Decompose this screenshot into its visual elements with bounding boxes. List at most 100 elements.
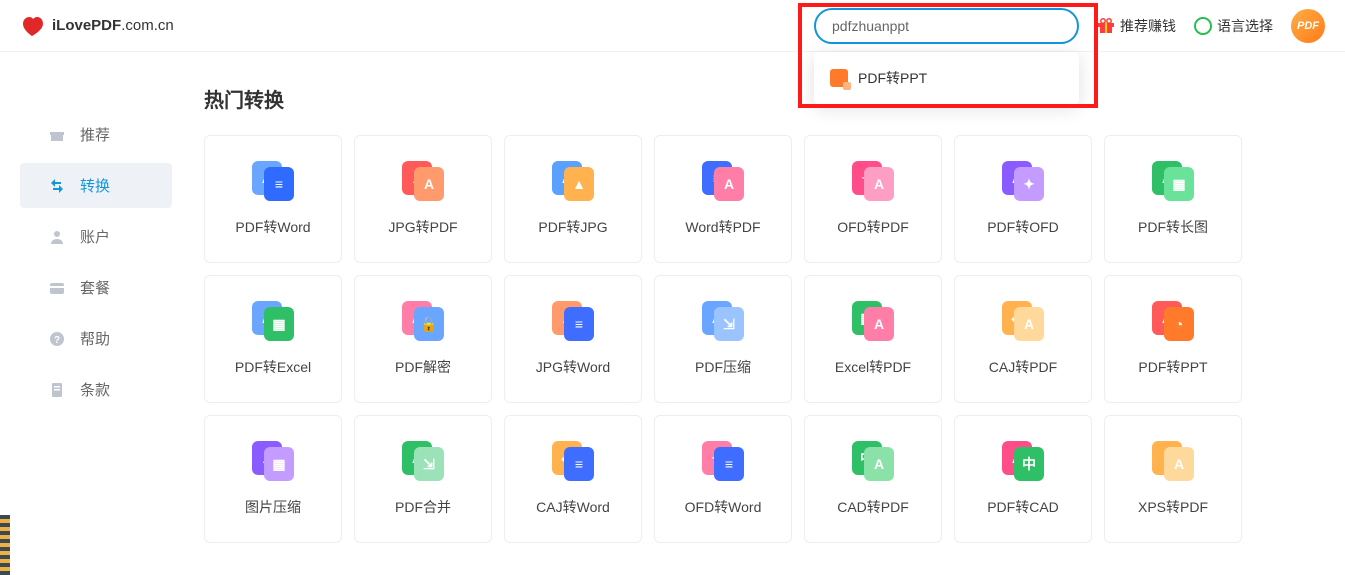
recommend-earn-link[interactable]: 推荐赚钱 (1097, 16, 1176, 36)
tool-card[interactable]: A▲ PDF转JPG (504, 135, 642, 263)
tool-icon: A≡ (252, 161, 294, 201)
terms-icon (48, 381, 66, 399)
tool-card[interactable]: A⇲ PDF压缩 (654, 275, 792, 403)
tool-label: CAJ转PDF (989, 357, 1057, 377)
tool-icon: ✦A (852, 161, 894, 201)
sidebar-item-label: 帮助 (80, 328, 110, 349)
tool-icon: ▲A (402, 161, 444, 201)
sidebar-item-gift[interactable]: 推荐 (0, 112, 180, 157)
logo[interactable]: iLovePDF.com.cn (20, 15, 174, 37)
tool-label: Excel转PDF (835, 357, 911, 377)
heart-icon (20, 15, 44, 37)
section-title: 热门转换 (204, 84, 1305, 113)
tool-card[interactable]: A中 PDF转CAD (954, 415, 1092, 543)
tool-icon: A⇲ (402, 441, 444, 481)
tool-card[interactable]: A▦PDF转长图 (1104, 135, 1242, 263)
sidebar-item-label: 转换 (80, 175, 110, 196)
tool-icon: A⇲ (702, 301, 744, 341)
sidebar-item-label: 推荐 (80, 124, 110, 145)
tool-card[interactable]: ✦A OFD转PDF (804, 135, 942, 263)
tool-card[interactable]: 中A CAD转PDF (804, 415, 942, 543)
recommend-earn-label: 推荐赚钱 (1120, 16, 1176, 36)
tool-icon: ◆A (1002, 301, 1044, 341)
tool-icon: A◔ (1152, 301, 1194, 341)
help-icon: ? (48, 330, 66, 348)
language-label: 语言选择 (1217, 16, 1273, 36)
tool-icon: ▲▦ (252, 441, 294, 481)
tool-card[interactable]: A◔ PDF转PPT (1104, 275, 1242, 403)
tool-card[interactable]: ▲A JPG转PDF (354, 135, 492, 263)
svg-text:?: ? (54, 335, 60, 346)
tool-label: PDF转JPG (538, 217, 607, 237)
globe-icon (1194, 17, 1212, 35)
tool-card[interactable]: ▲▦ 图片压缩 (204, 415, 342, 543)
tool-label: PDF转OFD (987, 217, 1059, 237)
tool-card[interactable]: ▦A Excel转PDF (804, 275, 942, 403)
tool-label: PDF转Word (235, 217, 310, 237)
tool-card[interactable]: ▲≡ JPG转Word (504, 275, 642, 403)
tool-label: CAJ转Word (536, 497, 610, 517)
tool-label: PDF合并 (395, 497, 451, 517)
search-input[interactable] (814, 8, 1079, 44)
tool-label: OFD转Word (685, 497, 762, 517)
tool-label: CAD转PDF (837, 497, 909, 517)
gift-icon (48, 126, 66, 144)
tool-icon: ▦A (852, 301, 894, 341)
tool-icon: ≡A (702, 161, 744, 201)
sidebar-item-plan[interactable]: 套餐 (0, 265, 180, 310)
search-container: PDF转PPT (814, 8, 1079, 44)
tool-label: XPS转PDF (1138, 497, 1208, 517)
tool-label: PDF转PPT (1138, 357, 1207, 377)
tool-icon: A▦ (1152, 161, 1194, 201)
suggestion-label: PDF转PPT (858, 68, 927, 88)
avatar[interactable]: PDF (1291, 9, 1325, 43)
tool-card[interactable]: A≡ PDF转Word (204, 135, 342, 263)
language-link[interactable]: 语言选择 (1194, 16, 1273, 36)
tool-card[interactable]: A⇲ PDF合并 (354, 415, 492, 543)
tool-label: PDF转Excel (235, 357, 311, 377)
plan-icon (48, 279, 66, 297)
tool-label: PDF转CAD (987, 497, 1059, 517)
tool-icon: ✦≡ (702, 441, 744, 481)
sidebar-item-help[interactable]: ? 帮助 (0, 316, 180, 361)
tool-card[interactable]: AXPS转PDF (1104, 415, 1242, 543)
tool-label: PDF压缩 (695, 357, 751, 377)
brand-text: iLovePDF.com.cn (52, 17, 174, 34)
main-content: 热门转换 A≡ PDF转Word ▲A JPG转PDF A▲ PDF转JPG ≡A Word转… (180, 52, 1345, 543)
tool-card[interactable]: A🔓 PDF解密 (354, 275, 492, 403)
tool-icon: ◆≡ (552, 441, 594, 481)
edge-decoration (0, 515, 10, 575)
sidebar-item-label: 条款 (80, 379, 110, 400)
tool-label: 图片压缩 (245, 497, 301, 517)
tool-label: PDF解密 (395, 357, 451, 377)
tool-card[interactable]: A✦ PDF转OFD (954, 135, 1092, 263)
sidebar-item-label: 账户 (80, 226, 110, 247)
sidebar-item-account[interactable]: 账户 (0, 214, 180, 259)
tool-card[interactable]: A▦ PDF转Excel (204, 275, 342, 403)
sidebar-item-terms[interactable]: 条款 (0, 367, 180, 412)
tool-label: JPG转Word (536, 357, 610, 377)
search-suggestions: PDF转PPT (814, 52, 1079, 104)
convert-icon (48, 177, 66, 195)
tool-label: OFD转PDF (837, 217, 909, 237)
tool-icon: ▲≡ (552, 301, 594, 341)
header: iLovePDF.com.cn PDF转PPT 推荐赚钱 语言选择 PDF (0, 0, 1345, 52)
tool-icon: A▦ (252, 301, 294, 341)
tool-icon: A中 (1002, 441, 1044, 481)
tool-card[interactable]: ✦≡ OFD转Word (654, 415, 792, 543)
sidebar: 推荐转换账户套餐? 帮助条款 (0, 52, 180, 543)
gift-icon (1097, 18, 1115, 34)
tool-card[interactable]: ◆A CAJ转PDF (954, 275, 1092, 403)
tool-icon: 中A (852, 441, 894, 481)
ppt-mini-icon (830, 69, 848, 87)
search-suggestion-item[interactable]: PDF转PPT (814, 60, 1079, 96)
sidebar-item-label: 套餐 (80, 277, 110, 298)
tool-label: JPG转PDF (388, 217, 457, 237)
tool-icon: A🔓 (402, 301, 444, 341)
sidebar-item-convert[interactable]: 转换 (20, 163, 172, 208)
tool-icon: A✦ (1002, 161, 1044, 201)
tool-icon: A▲ (552, 161, 594, 201)
tool-card[interactable]: ≡A Word转PDF (654, 135, 792, 263)
tool-card[interactable]: ◆≡ CAJ转Word (504, 415, 642, 543)
tool-label: Word转PDF (685, 217, 760, 237)
